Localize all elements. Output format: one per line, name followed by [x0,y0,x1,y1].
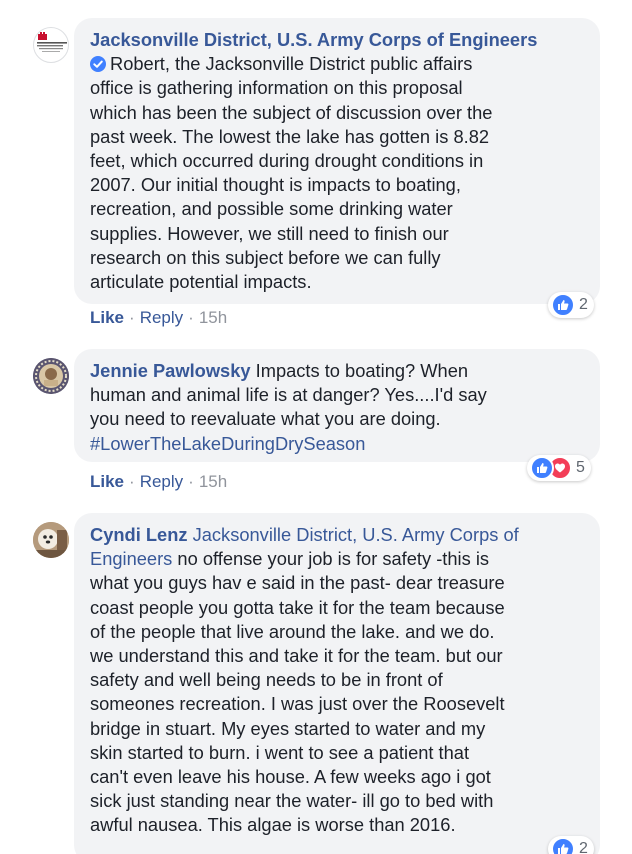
reaction-count: 2 [579,296,588,313]
author-name[interactable]: Jacksonville District, U.S. Army Corps o… [90,29,537,50]
profile-photo-icon [33,522,69,558]
comment-text-line: we understand this and take it for the t… [90,645,503,667]
comment-text-line: safety and well being needs to be in fro… [90,669,443,691]
reaction-summary[interactable]: 5 [527,455,591,481]
comment-text-line: human and animal life is at danger? Yes.… [90,384,487,406]
mention-link[interactable]: Jacksonville District, U.S. Army Corps o… [193,524,519,545]
comments-thread: Jacksonville District, U.S. Army Corps o… [0,0,632,854]
comment-text-line: someones recreation. I was just over the… [90,693,505,715]
separator-dot: · [129,472,135,491]
reply-button[interactable]: Reply [140,472,183,491]
reaction-count: 5 [576,459,585,476]
reaction-count: 2 [579,840,588,854]
comment-text-line: supplies. However, we still need to fini… [90,222,449,244]
like-reaction-icon [551,837,575,854]
separator-dot: · [188,308,194,327]
comment-text-line: research on this subject before we can f… [90,246,441,268]
hashtag-link[interactable]: #LowerTheLakeDuringDrySeason [90,433,365,454]
comment-text-line: sick just standing near the water- ill g… [90,790,494,812]
reply-button[interactable]: Reply [140,308,183,327]
comment-text-line: bridge in stuart. My eyes started to wat… [90,717,486,739]
comment-text-line: can't even leave his house. A few weeks … [90,766,491,788]
separator-dot: · [129,308,135,327]
comment-text-line: skin started to burn. i went to see a pa… [90,741,470,763]
comment-actions: Like · Reply · 15h [90,472,227,492]
comment-text-line: of the people that live around the lake.… [90,620,495,642]
verified-badge-icon [90,56,106,73]
author-name[interactable]: Jennie Pawlowsky [90,360,251,381]
comment-text-line: which has been the subject of discussion… [90,101,493,123]
timestamp[interactable]: 15h [199,308,227,327]
army-corps-logo-icon [37,32,67,52]
avatar[interactable] [33,27,69,63]
comment-text-line: awful nausea. This algae is worse than 2… [90,814,456,836]
timestamp[interactable]: 15h [199,472,227,491]
comment-text-line: articulate potential impacts. [90,271,312,293]
separator-dot: · [188,472,194,491]
comment-text-line: 2007. Our initial thought is impacts to … [90,174,461,196]
comment-text-line: past week. The lowest the lake has gotte… [90,125,490,147]
comment-text-line: no offense your job is for safety -this … [177,548,490,570]
reaction-summary[interactable]: 2 [548,836,594,854]
comment-text-line: Impacts to boating? When [255,360,469,381]
like-reaction-icon [551,293,575,317]
comment-bubble: Cyndi Lenz Jacksonville District, U.S. A… [74,513,600,854]
avatar[interactable] [33,522,69,558]
like-button[interactable]: Like [90,308,124,327]
profile-photo-icon [33,358,69,394]
like-button[interactable]: Like [90,472,124,491]
comment-bubble: Jennie Pawlowsky Impacts to boating? Whe… [74,349,600,462]
comment-text-line: what you guys hav e said in the past- de… [90,572,505,594]
comment-text-line: coast people you gotta take it for the t… [90,596,505,618]
comment-bubble: Jacksonville District, U.S. Army Corps o… [74,18,600,304]
avatar[interactable] [33,358,69,394]
reaction-summary[interactable]: 2 [548,292,594,318]
comment-text-line: office is gathering information on this … [90,77,463,99]
comment-text-line: Robert, the Jacksonville District public… [110,53,473,75]
comment-text-line: feet, which occurred during drought cond… [90,150,484,172]
like-reaction-icon [530,456,554,480]
mention-link[interactable]: Engineers [90,548,172,569]
comment-text-line: you need to reevaluate what you are doin… [90,408,441,430]
author-name[interactable]: Cyndi Lenz [90,524,188,545]
comment-text-line: recreation, and possible some drinking w… [90,198,453,220]
comment-actions: Like · Reply · 15h [90,308,227,328]
